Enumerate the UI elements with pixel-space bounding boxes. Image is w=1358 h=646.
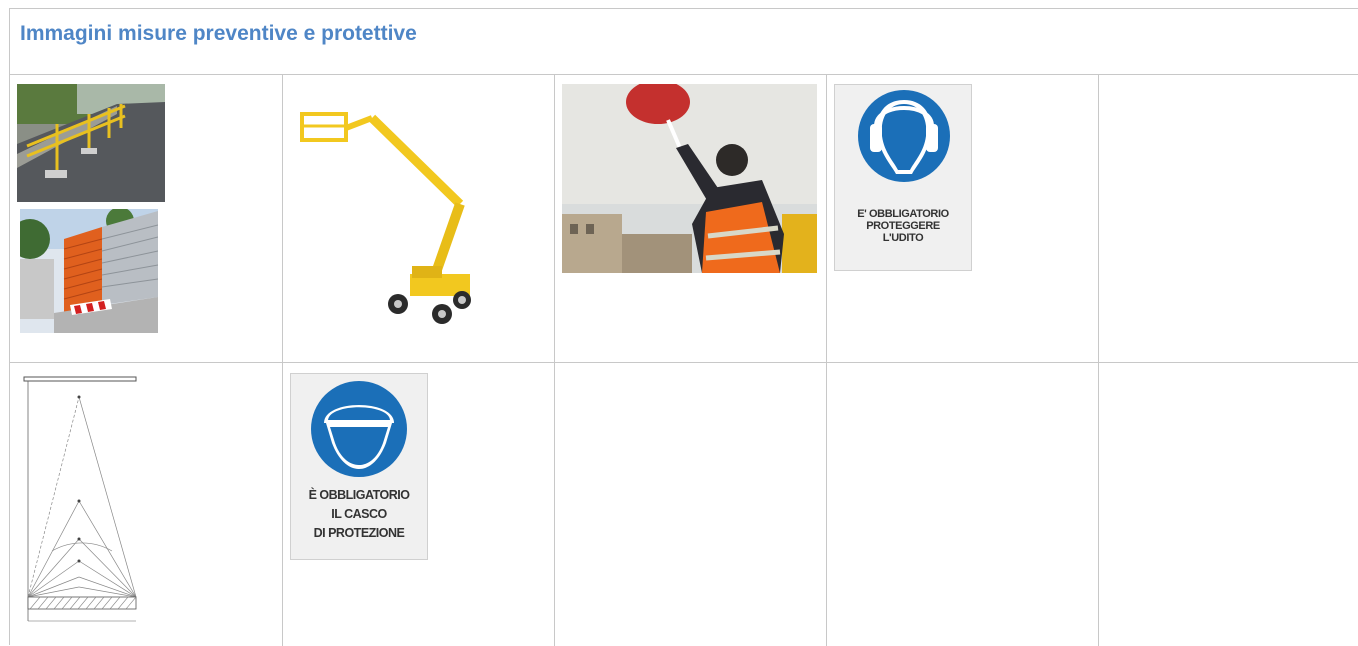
- noise-barrier-photo: [20, 209, 158, 333]
- column-divider: [826, 75, 827, 646]
- helmet-required-sign: È OBBLIGATORIO IL CASCO DI PROTEZIONE: [290, 373, 428, 560]
- sign-line: DI PROTEZIONE: [313, 526, 405, 540]
- aerial-lift-image: [300, 104, 480, 324]
- sign-line: IL CASCO: [331, 507, 387, 521]
- sign-line: PROTEGGERE: [866, 220, 940, 232]
- traffic-flagman-photo: [562, 84, 817, 273]
- row-divider: [10, 362, 1358, 363]
- road-barrier-photo: [17, 84, 165, 202]
- helmet-sign-text: È OBBLIGATORIO IL CASCO DI PROTEZIONE: [290, 486, 428, 543]
- column-divider: [1098, 75, 1099, 646]
- hearing-sign-text: E' OBBLIGATORIO PROTEGGERE L'UDITO: [834, 208, 972, 244]
- crane-load-diagram: [22, 371, 138, 629]
- hearing-protection-sign: E' OBBLIGATORIO PROTEGGERE L'UDITO: [834, 84, 972, 271]
- column-divider: [554, 75, 555, 646]
- sign-line: L'UDITO: [882, 232, 924, 244]
- sign-line: È OBBLIGATORIO: [308, 488, 410, 502]
- table-header: Immagini misure preventive e protettive: [10, 9, 1358, 75]
- image-table: Immagini misure preventive e protettive: [9, 8, 1358, 646]
- column-divider: [282, 75, 283, 646]
- sign-line: E' OBBLIGATORIO: [857, 208, 949, 220]
- section-title: Immagini misure preventive e protettive: [20, 22, 417, 45]
